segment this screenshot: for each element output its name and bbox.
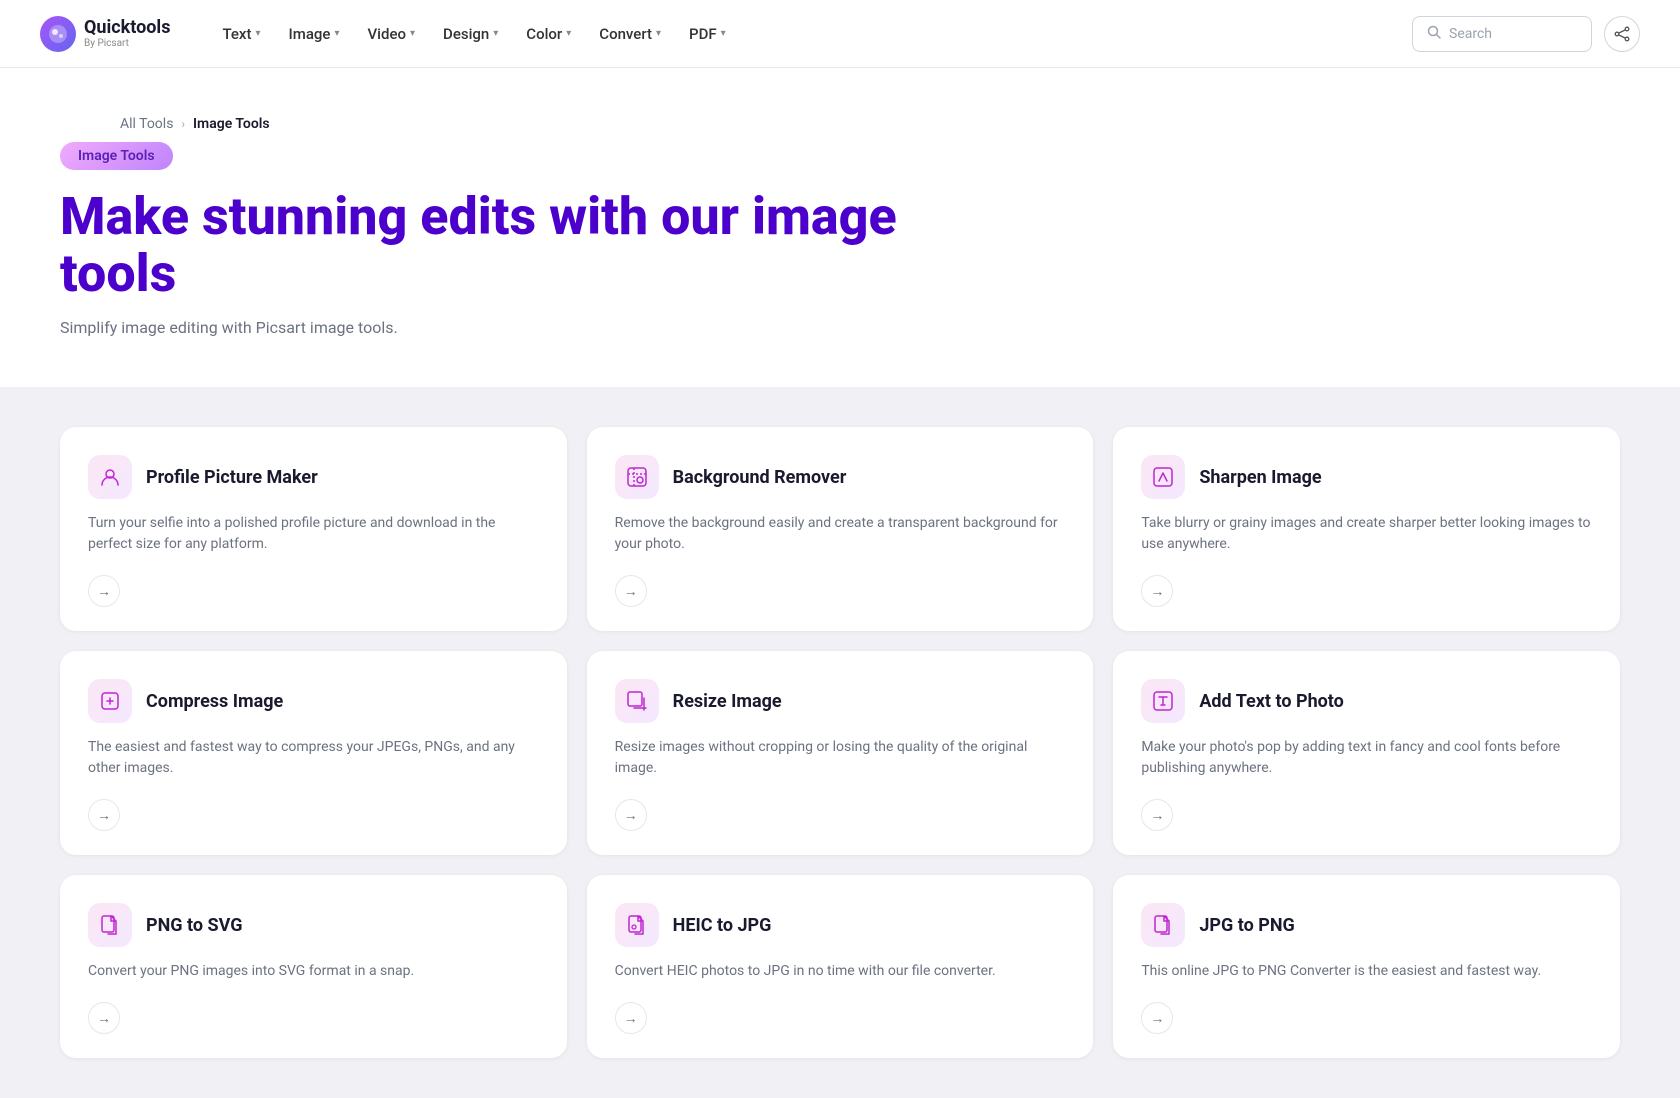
tool-desc-profile-picture-maker: Turn your selfie into a polished profile…	[88, 513, 539, 555]
chevron-down-icon: ▾	[656, 28, 661, 39]
tool-arrow-heic-to-jpg: →	[615, 1002, 647, 1034]
search-input[interactable]: Search	[1412, 16, 1592, 52]
tool-icon-png-to-svg	[88, 903, 132, 947]
tool-desc-background-remover: Remove the background easily and create …	[615, 513, 1066, 555]
tool-icon-resize-image	[615, 679, 659, 723]
breadcrumb-current: Image Tools	[193, 116, 270, 132]
tool-desc-png-to-svg: Convert your PNG images into SVG format …	[88, 961, 539, 982]
tool-icon-heic-to-jpg	[615, 903, 659, 947]
chevron-down-icon: ▾	[493, 28, 498, 39]
tool-card-header: Background Remover	[615, 455, 1066, 499]
tools-grid: Profile Picture Maker Turn your selfie i…	[60, 427, 1620, 1058]
hero-badge: Image Tools	[60, 142, 173, 170]
tool-name-png-to-svg: PNG to SVG	[146, 915, 243, 936]
nav-label-video: Video	[367, 25, 406, 43]
share-button[interactable]	[1604, 16, 1640, 52]
logo-tagline: By Picsart	[84, 38, 170, 49]
tool-card-header: Profile Picture Maker	[88, 455, 539, 499]
tool-icon-sharpen-image	[1141, 455, 1185, 499]
logo-icon	[40, 16, 76, 52]
tool-card-header: PNG to SVG	[88, 903, 539, 947]
breadcrumb-all-tools[interactable]: All Tools	[120, 116, 173, 132]
tool-desc-add-text-to-photo: Make your photo's pop by adding text in …	[1141, 737, 1592, 779]
nav-item-pdf[interactable]: PDF ▾	[677, 17, 738, 51]
tool-arrow-add-text-to-photo: →	[1141, 799, 1173, 831]
tool-name-compress-image: Compress Image	[146, 691, 283, 712]
tool-card-header: JPG to PNG	[1141, 903, 1592, 947]
tool-card-sharpen-image[interactable]: Sharpen Image Take blurry or grainy imag…	[1113, 427, 1620, 631]
tool-desc-heic-to-jpg: Convert HEIC photos to JPG in no time wi…	[615, 961, 1066, 982]
nav-label-pdf: PDF	[689, 25, 717, 43]
tool-arrow-background-remover: →	[615, 575, 647, 607]
tool-desc-sharpen-image: Take blurry or grainy images and create …	[1141, 513, 1592, 555]
tool-card-header: Resize Image	[615, 679, 1066, 723]
nav-item-text[interactable]: Text ▾	[210, 17, 272, 51]
nav-links: Text ▾ Image ▾ Video ▾ Design ▾ Color ▾ …	[210, 17, 1412, 51]
tool-name-profile-picture-maker: Profile Picture Maker	[146, 467, 318, 488]
tool-desc-jpg-to-png: This online JPG to PNG Converter is the …	[1141, 961, 1592, 982]
tool-card-background-remover[interactable]: Background Remover Remove the background…	[587, 427, 1094, 631]
tool-icon-profile-picture-maker	[88, 455, 132, 499]
main-nav: Quicktools By Picsart Text ▾ Image ▾ Vid…	[0, 0, 1680, 68]
tool-name-jpg-to-png: JPG to PNG	[1199, 915, 1294, 936]
nav-item-color[interactable]: Color ▾	[514, 17, 583, 51]
nav-item-convert[interactable]: Convert ▾	[587, 17, 673, 51]
tool-card-add-text-to-photo[interactable]: Add Text to Photo Make your photo's pop …	[1113, 651, 1620, 855]
tool-name-background-remover: Background Remover	[673, 467, 847, 488]
logo[interactable]: Quicktools By Picsart	[40, 16, 170, 52]
tool-icon-compress-image	[88, 679, 132, 723]
tool-card-heic-to-jpg[interactable]: HEIC to JPG Convert HEIC photos to JPG i…	[587, 875, 1094, 1058]
chevron-down-icon: ▾	[410, 28, 415, 39]
nav-item-image[interactable]: Image ▾	[277, 17, 352, 51]
nav-item-video[interactable]: Video ▾	[355, 17, 427, 51]
tool-card-resize-image[interactable]: Resize Image Resize images without cropp…	[587, 651, 1094, 855]
tool-card-header: Sharpen Image	[1141, 455, 1592, 499]
nav-item-design[interactable]: Design ▾	[431, 17, 510, 51]
tool-desc-compress-image: The easiest and fastest way to compress …	[88, 737, 539, 779]
tool-card-header: Compress Image	[88, 679, 539, 723]
search-icon	[1427, 25, 1441, 43]
hero-subtitle: Simplify image editing with Picsart imag…	[60, 318, 1620, 337]
tool-name-add-text-to-photo: Add Text to Photo	[1199, 691, 1344, 712]
tool-card-header: HEIC to JPG	[615, 903, 1066, 947]
tool-arrow-png-to-svg: →	[88, 1002, 120, 1034]
chevron-down-icon: ▾	[255, 28, 260, 39]
chevron-down-icon: ▾	[334, 28, 339, 39]
tool-card-png-to-svg[interactable]: PNG to SVG Convert your PNG images into …	[60, 875, 567, 1058]
tool-card-jpg-to-png[interactable]: JPG to PNG This online JPG to PNG Conver…	[1113, 875, 1620, 1058]
hero-section: All Tools › Image Tools Image Tools Make…	[0, 68, 1680, 387]
nav-label-text: Text	[222, 25, 251, 43]
tool-arrow-compress-image: →	[88, 799, 120, 831]
logo-name: Quicktools	[84, 18, 170, 38]
tools-section: Profile Picture Maker Turn your selfie i…	[0, 387, 1680, 1098]
tool-name-sharpen-image: Sharpen Image	[1199, 467, 1321, 488]
breadcrumb-separator: ›	[181, 117, 185, 131]
tool-arrow-jpg-to-png: →	[1141, 1002, 1173, 1034]
nav-right: Search	[1412, 16, 1640, 52]
tool-card-compress-image[interactable]: Compress Image The easiest and fastest w…	[60, 651, 567, 855]
nav-label-color: Color	[526, 25, 562, 43]
breadcrumb: All Tools › Image Tools	[60, 98, 1620, 142]
tool-arrow-resize-image: →	[615, 799, 647, 831]
nav-label-convert: Convert	[599, 25, 652, 43]
tool-icon-background-remover	[615, 455, 659, 499]
tool-desc-resize-image: Resize images without cropping or losing…	[615, 737, 1066, 779]
tool-card-header: Add Text to Photo	[1141, 679, 1592, 723]
chevron-down-icon: ▾	[566, 28, 571, 39]
tool-name-resize-image: Resize Image	[673, 691, 782, 712]
tool-icon-jpg-to-png	[1141, 903, 1185, 947]
tool-card-profile-picture-maker[interactable]: Profile Picture Maker Turn your selfie i…	[60, 427, 567, 631]
chevron-down-icon: ▾	[721, 28, 726, 39]
hero-title: Make stunning edits with our image tools	[60, 188, 960, 302]
tool-icon-add-text-to-photo	[1141, 679, 1185, 723]
search-placeholder: Search	[1449, 26, 1492, 42]
tool-arrow-profile-picture-maker: →	[88, 575, 120, 607]
nav-label-design: Design	[443, 25, 489, 43]
nav-label-image: Image	[289, 25, 331, 43]
tool-arrow-sharpen-image: →	[1141, 575, 1173, 607]
tool-name-heic-to-jpg: HEIC to JPG	[673, 915, 772, 936]
